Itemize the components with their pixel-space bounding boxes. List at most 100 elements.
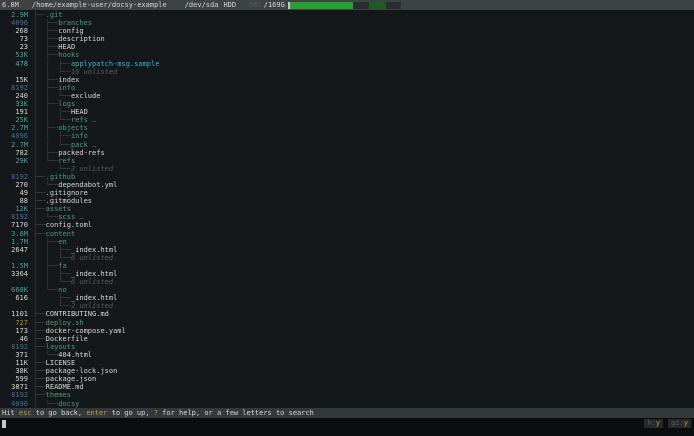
- file-size: 1.7M: [0, 238, 28, 246]
- tree-row[interactable]: 23│ ├──HEAD: [0, 43, 694, 51]
- tree-row[interactable]: 33K│ ├──logs: [0, 100, 694, 108]
- file-name: 3 unlisted: [71, 165, 113, 173]
- file-size: 29K: [0, 157, 28, 165]
- tree-row[interactable]: 2.7M│ │ └──pack …: [0, 141, 694, 149]
- tree-row[interactable]: 8192├──layouts: [0, 343, 694, 351]
- tree-branch-lines: ├──: [33, 367, 46, 375]
- tree-row[interactable]: 8192├──themes: [0, 391, 694, 399]
- file-name: fa: [58, 262, 66, 270]
- tree-branch-lines: ├──: [33, 173, 46, 181]
- file-name: 6 unlisted: [71, 254, 113, 262]
- tree-row[interactable]: 270│ └──dependabot.yml: [0, 181, 694, 189]
- tree-row[interactable]: 173├──docker-compose.yaml: [0, 327, 694, 335]
- file-size: 173: [0, 327, 28, 335]
- file-size: 599: [0, 375, 28, 383]
- tree-row[interactable]: 53K│ ├──hooks: [0, 51, 694, 59]
- file-size: 478: [0, 60, 28, 68]
- tree-row[interactable]: 1.5M│ ├──fa: [0, 262, 694, 270]
- status-text: Hit: [2, 409, 19, 417]
- flag-h: h:y: [644, 419, 663, 428]
- file-size: 4096: [0, 400, 28, 408]
- tree-row[interactable]: │ │ └──10 unlisted: [0, 68, 694, 76]
- tree-row[interactable]: │ │ └──6 unlisted: [0, 254, 694, 262]
- tree-row[interactable]: 782 │ ├──packed-refs: [0, 149, 694, 157]
- file-size: 11K: [0, 359, 28, 367]
- tree-row[interactable]: 11K├──LICENSE: [0, 359, 694, 367]
- file-size: 7170: [0, 221, 28, 229]
- tree-branch-lines: │ │ ├──: [33, 60, 71, 68]
- file-size: 240: [0, 92, 28, 100]
- file-size: 668K: [0, 286, 28, 294]
- tree-row[interactable]: │ └──3 unlisted: [0, 165, 694, 173]
- disk-capacity: /169G: [264, 0, 285, 10]
- file-name: packed-refs: [58, 149, 104, 157]
- tree-branch-lines: ├──: [33, 335, 46, 343]
- mode-flags: h:ygi:y: [644, 419, 691, 428]
- tree-row[interactable]: 15K│ ├──index: [0, 76, 694, 84]
- tree-row[interactable]: 240 │ │ └──exclude: [0, 92, 694, 100]
- tree-row[interactable]: 49├──.gitignore: [0, 189, 694, 197]
- tree-row[interactable]: 4096│ │ ├──info: [0, 132, 694, 140]
- tree-branch-lines: │ ├──: [33, 51, 58, 59]
- tree-row[interactable]: 73│ ├──description: [0, 35, 694, 43]
- tree-branch-lines: │ │ └──: [33, 278, 71, 286]
- tree-row[interactable]: 2647│ │ ├──_index.html: [0, 246, 694, 254]
- file-name: .github: [46, 173, 76, 181]
- tree-row[interactable]: 8192├──.github: [0, 173, 694, 181]
- tree-branch-lines: │ │ └──: [33, 254, 71, 262]
- tree-branch-lines: ├──: [33, 343, 46, 351]
- tree-row[interactable]: 38K├──package-lock.json: [0, 367, 694, 375]
- disk-device: /dev/sda: [185, 0, 219, 10]
- text-cursor: [2, 420, 6, 428]
- file-size: 33K: [0, 100, 28, 108]
- tree-branch-lines: │ ├──: [33, 19, 58, 27]
- tree-row[interactable]: 1.7M│ ├──en: [0, 238, 694, 246]
- tree-branch-lines: │ │ ├──: [33, 246, 71, 254]
- tree-row[interactable]: │ │ └──6 unlisted: [0, 278, 694, 286]
- tree-row[interactable]: 4096│ ├──branches: [0, 19, 694, 27]
- tree-row[interactable]: 191│ │ ├──HEAD: [0, 108, 694, 116]
- tree-row[interactable]: 1101├──CONTRIBUTING.md: [0, 310, 694, 318]
- tree-branch-lines: │ ├──: [33, 238, 58, 246]
- tree-branch-lines: │ │ └──: [33, 141, 71, 149]
- file-size: 782: [0, 149, 28, 157]
- tree-branch-lines: ├──: [33, 230, 46, 238]
- file-size: 371: [0, 351, 28, 359]
- tree-branch-lines: │ ├──: [33, 149, 58, 157]
- truncated-ellipsis: …: [88, 116, 96, 124]
- file-name: no: [58, 286, 66, 294]
- tree-row[interactable]: 12K├──assets: [0, 205, 694, 213]
- tree-row[interactable]: 2.7M│ ├──objects: [0, 124, 694, 132]
- tree-row[interactable]: 7170├──config.toml: [0, 221, 694, 229]
- status-key-hint: enter: [86, 409, 107, 417]
- tree-row[interactable]: 3871├──README.md: [0, 383, 694, 391]
- tree-row[interactable]: 46├──Dockerfile: [0, 335, 694, 343]
- file-name: logs: [58, 100, 75, 108]
- tree-row[interactable]: 371│ └──404.html: [0, 351, 694, 359]
- tree-row[interactable]: 478│ │ ├──applypatch-msg.sample: [0, 60, 694, 68]
- tree-row[interactable]: 25K│ │ └──refs …: [0, 116, 694, 124]
- tree-row[interactable]: 3.8M├──content: [0, 230, 694, 238]
- tree-row[interactable]: 4096│ └──docsy: [0, 400, 694, 408]
- tree-branch-lines: │ │ └──: [33, 92, 71, 100]
- file-name: branches: [58, 19, 92, 27]
- file-name: LICENSE: [46, 359, 76, 367]
- tree-row[interactable]: 2.9M├──.git: [0, 11, 694, 19]
- tree-row[interactable]: 88├──.gitmodules: [0, 197, 694, 205]
- tree-row[interactable]: 727├──deploy.sh: [0, 319, 694, 327]
- file-name: exclude: [71, 92, 101, 100]
- tree-row[interactable]: 8192│ ├──info: [0, 84, 694, 92]
- search-input[interactable]: h:ygi:y: [0, 418, 694, 436]
- tree-row[interactable]: 3364│ │ ├──_index.html: [0, 270, 694, 278]
- status-text: for help, or a few letters to search: [158, 409, 314, 417]
- file-name: pack: [71, 141, 88, 149]
- tree-branch-lines: │ └──: [33, 286, 58, 294]
- status-key-hint: esc: [19, 409, 32, 417]
- tree-row[interactable]: 8192│ └──scss …: [0, 213, 694, 221]
- tree-row[interactable]: 29K│ └──refs: [0, 157, 694, 165]
- file-name: 404.html: [58, 351, 92, 359]
- tree-row[interactable]: 599├──package.json: [0, 375, 694, 383]
- file-size: 15K: [0, 76, 28, 84]
- file-size: 1.5M: [0, 262, 28, 270]
- tree-branch-lines: │ ├──: [33, 84, 58, 92]
